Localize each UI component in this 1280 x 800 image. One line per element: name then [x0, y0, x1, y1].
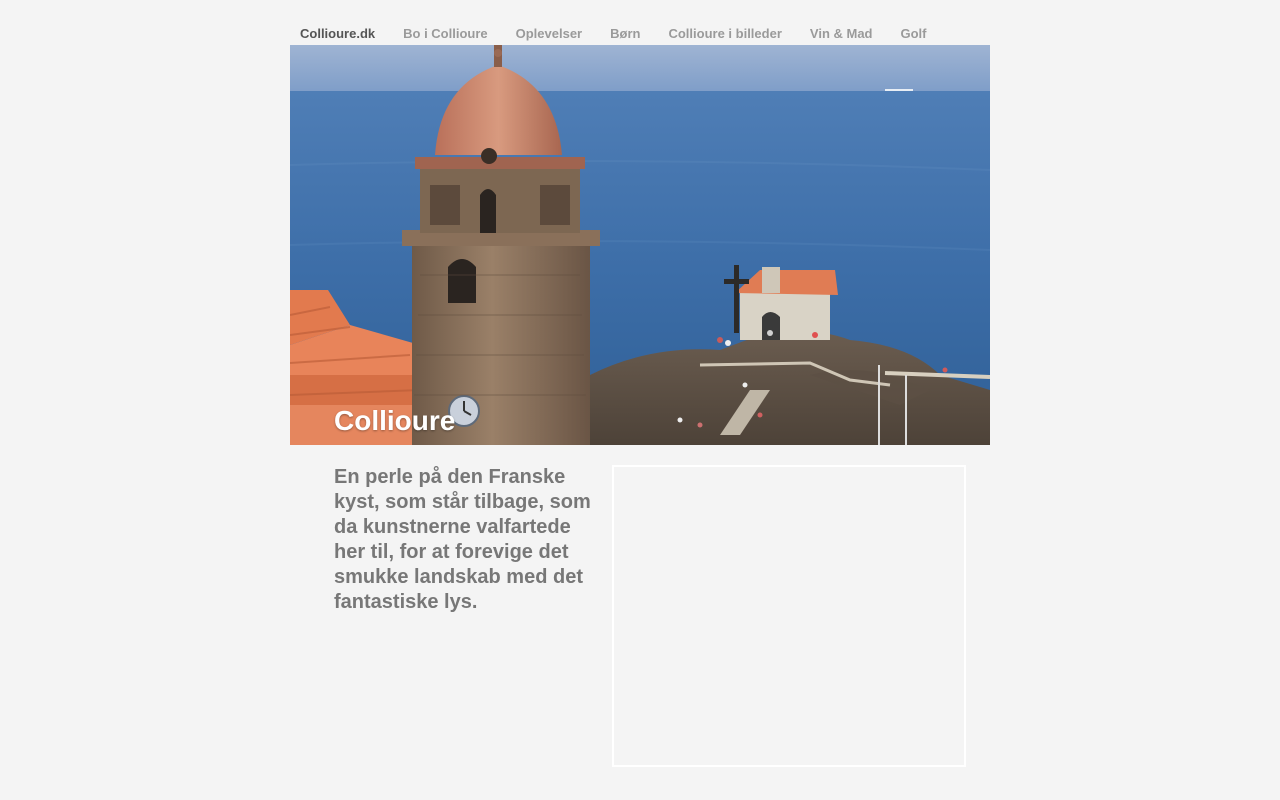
hero-banner: Collioure — [290, 45, 990, 445]
nav-item-collioure-i-billeder[interactable]: Collioure i billeder — [654, 22, 795, 45]
intro-text: En perle på den Franske kyst, som står t… — [334, 466, 591, 613]
media-frame — [612, 465, 966, 767]
main-nav: Collioure.dk Bo i Collioure Oplevelser B… — [290, 22, 941, 45]
hero-title: Collioure — [334, 405, 456, 436]
nav-item-golf[interactable]: Golf — [887, 22, 941, 45]
nav-item-born[interactable]: Børn — [596, 22, 654, 45]
nav-item-vin-og-mad[interactable]: Vin & Mad — [796, 22, 887, 45]
hero-photo — [290, 45, 990, 445]
site-container: Collioure.dk Bo i Collioure Oplevelser B… — [290, 0, 990, 800]
nav-item-bo-i-collioure[interactable]: Bo i Collioure — [389, 22, 502, 45]
nav-item-oplevelser[interactable]: Oplevelser — [502, 22, 597, 45]
nav-item-collioure-dk[interactable]: Collioure.dk — [290, 22, 389, 45]
